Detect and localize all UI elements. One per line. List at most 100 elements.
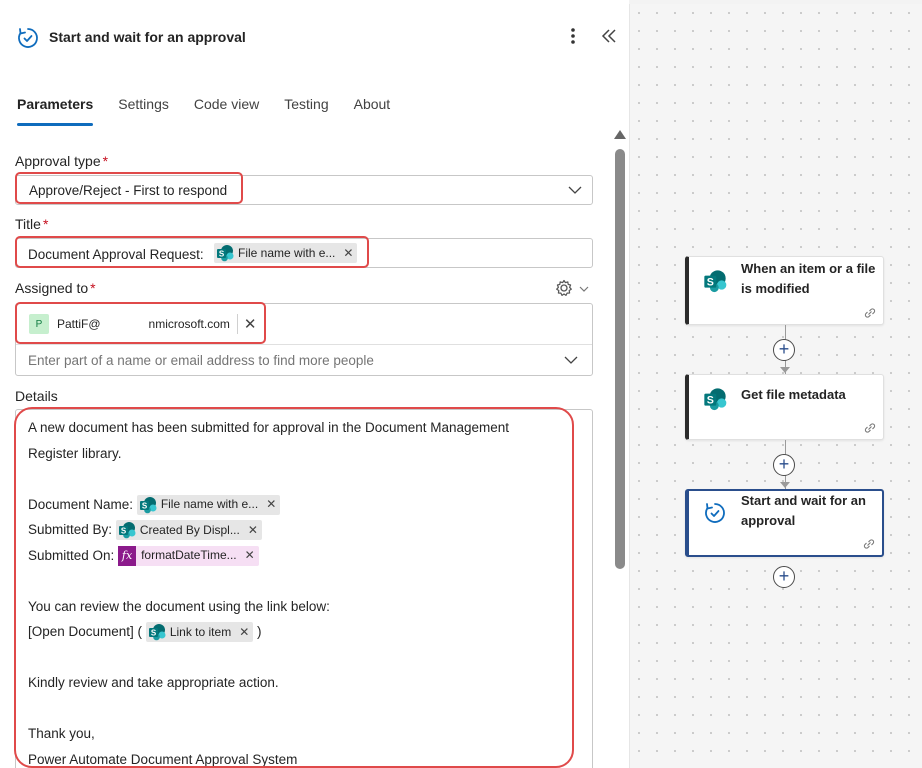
token-label: Link to item	[169, 624, 232, 639]
sharepoint-icon: S	[118, 522, 136, 539]
submitted-by-line: Submitted By: S Created By Displ... ✕	[28, 517, 509, 543]
token-divider	[236, 314, 238, 334]
details-blank-line	[28, 696, 509, 722]
insert-step-button[interactable]: +	[773, 339, 795, 361]
tab-bar: Parameters Settings Code view Testing Ab…	[17, 96, 415, 130]
connector-arrow	[780, 482, 790, 488]
tab-parameters[interactable]: Parameters	[17, 96, 94, 126]
remove-assignee-icon[interactable]: ✕	[244, 315, 257, 333]
assigned-to-label-text: Assigned to	[15, 280, 89, 296]
approval-type-value: Approve/Reject - First to respond	[29, 183, 228, 198]
scrollbar-thumb[interactable]	[615, 149, 625, 569]
approval-icon	[18, 28, 38, 48]
details-blank-line	[28, 645, 509, 671]
assigned-to-label: Assigned to *	[15, 280, 96, 296]
tab-code-view[interactable]: Code view	[194, 96, 259, 126]
token-label: Created By Displ...	[139, 522, 240, 537]
flow-step-trigger[interactable]: S When an item or a file is modified	[685, 256, 884, 325]
document-name-token[interactable]: S File name with e... ✕	[136, 492, 281, 518]
step-title: When an item or a file is modified	[741, 261, 876, 296]
title-token-file-name[interactable]: S File name with e... ✕	[214, 243, 358, 263]
svg-text:S: S	[219, 250, 225, 259]
tab-testing[interactable]: Testing	[284, 96, 328, 126]
chevron-down-icon[interactable]	[564, 355, 578, 365]
function-icon: fx	[118, 545, 137, 566]
open-document-suffix: )	[257, 624, 262, 639]
token-label: File name with e...	[238, 246, 336, 260]
remove-token-icon[interactable]: ✕	[266, 492, 276, 518]
title-prefix-text: Document Approval Request:	[28, 247, 204, 262]
required-marker: *	[90, 280, 96, 296]
assigned-to-settings-button[interactable]	[555, 279, 591, 297]
details-blank-line	[28, 466, 509, 492]
chevron-down-icon	[579, 286, 589, 292]
avatar: P	[29, 314, 49, 334]
remove-token-icon[interactable]: ✕	[239, 620, 249, 646]
token-label: formatDateTime...	[141, 548, 237, 563]
submitted-on-label: Submitted On:	[28, 547, 115, 563]
sharepoint-icon: S	[217, 245, 234, 262]
tab-settings[interactable]: Settings	[118, 96, 169, 126]
connector-arrow	[780, 367, 790, 373]
svg-text:S: S	[121, 527, 127, 536]
step-title: Start and wait for an approval	[741, 493, 866, 528]
open-document-line: [Open Document] ( S Link to item ✕ )	[28, 619, 509, 645]
remove-token-icon[interactable]: ✕	[248, 518, 258, 544]
insert-step-button[interactable]: +	[773, 454, 795, 476]
details-content: A new document has been submitted for ap…	[28, 415, 509, 768]
submitted-by-label: Submitted By:	[28, 522, 113, 537]
svg-text:S: S	[151, 629, 157, 638]
tab-about[interactable]: About	[354, 96, 391, 126]
submitted-by-token[interactable]: S Created By Displ... ✕	[115, 520, 262, 541]
flow-step-start-approval[interactable]: Start and wait for an approval	[685, 489, 884, 557]
details-line: Thank you,	[28, 726, 95, 741]
required-marker: *	[102, 153, 109, 169]
svg-text:S: S	[707, 395, 714, 407]
open-document-prefix: [Open Document] (	[28, 624, 143, 639]
sharepoint-icon: S	[148, 624, 166, 641]
assignee-email: PattiF@ nmicrosoft.com	[57, 317, 230, 331]
document-name-line: Document Name: S File name with e... ✕	[28, 492, 509, 518]
assigned-to-field: P PattiF@ nmicrosoft.com ✕	[15, 303, 593, 376]
link-to-item-token[interactable]: S Link to item ✕	[145, 622, 254, 643]
required-marker: *	[42, 216, 49, 232]
more-vertical-icon	[571, 28, 575, 44]
details-blank-line	[28, 568, 509, 594]
svg-text:S: S	[142, 501, 148, 510]
details-line: A new document has been submitted for ap…	[28, 420, 510, 435]
approval-type-dropdown[interactable]: Approve/Reject - First to respond	[15, 175, 593, 205]
assignee-token[interactable]: P PattiF@ nmicrosoft.com ✕	[29, 312, 261, 336]
details-line: Kindly review and take appropriate actio…	[28, 675, 279, 690]
collapse-panel-button[interactable]	[598, 26, 620, 48]
title-label: Title *	[15, 216, 48, 232]
sharepoint-icon: S	[704, 270, 727, 293]
token-label: File name with e...	[160, 497, 259, 512]
title-label-text: Title	[15, 216, 41, 232]
add-step-button[interactable]: +	[773, 566, 795, 588]
sharepoint-icon: S	[139, 496, 157, 514]
remove-token-icon[interactable]: ✕	[343, 246, 353, 260]
approval-type-label: Approval type *	[15, 153, 108, 169]
link-icon	[864, 423, 876, 433]
submitted-on-line: Submitted On: fx formatDateTime... ✕	[28, 543, 509, 569]
title-input[interactable]: Document Approval Request: S File name w…	[15, 238, 593, 268]
scroll-up-arrow[interactable]	[614, 130, 626, 139]
chevron-down-icon	[568, 186, 582, 194]
approval-icon	[705, 503, 725, 523]
details-line: Register library.	[28, 445, 122, 461]
more-options-button[interactable]	[563, 26, 583, 48]
double-chevron-left-icon	[601, 29, 616, 43]
submitted-on-token[interactable]: fx formatDateTime... ✕	[118, 543, 259, 569]
people-search-input[interactable]	[28, 350, 548, 370]
details-label: Details	[15, 388, 58, 404]
flow-step-get-file-metadata[interactable]: S Get file metadata	[685, 374, 884, 440]
sharepoint-icon: S	[704, 388, 727, 411]
document-name-label: Document Name:	[28, 496, 134, 512]
panel-title: Start and wait for an approval	[49, 29, 246, 45]
gear-icon	[556, 279, 572, 296]
svg-text:S: S	[707, 277, 714, 289]
action-details-panel: Start and wait for an approval Parameter…	[0, 0, 629, 768]
remove-token-icon[interactable]: ✕	[245, 543, 255, 569]
step-title: Get file metadata	[741, 387, 846, 402]
field-divider	[16, 344, 592, 345]
